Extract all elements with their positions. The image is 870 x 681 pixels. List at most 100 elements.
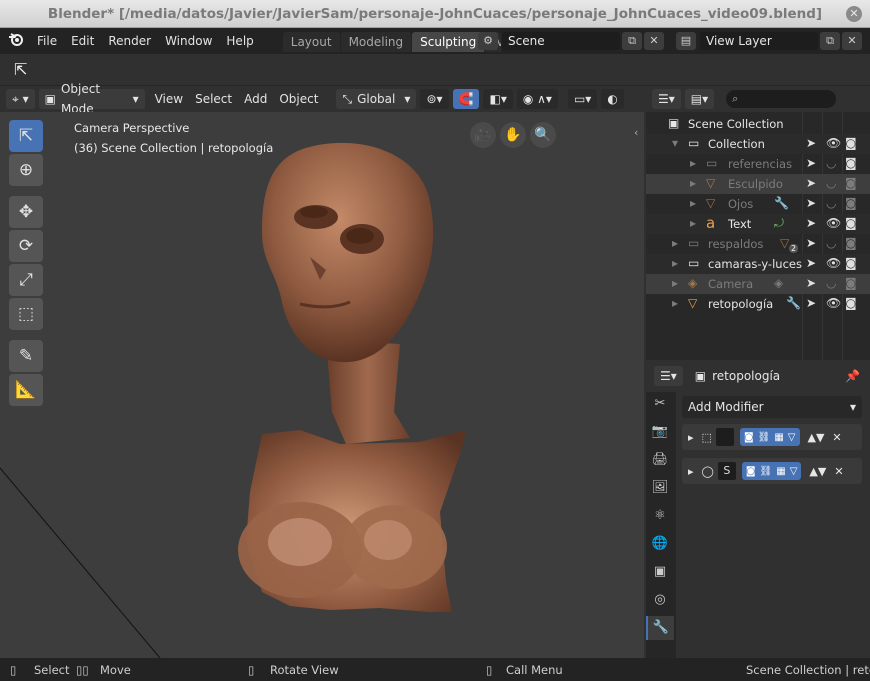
- chevron-down-icon[interactable]: ▾: [672, 136, 678, 150]
- modifier-visibility-toggles[interactable]: ◙ ⛓ ▦ ▽: [739, 428, 800, 446]
- camera-view-icon[interactable]: 🎥: [470, 122, 496, 148]
- selectable-toggle-icon[interactable]: ➤: [806, 136, 816, 150]
- camera-disabled-icon[interactable]: ◙: [845, 236, 857, 250]
- scene-name-field[interactable]: Scene: [502, 32, 620, 50]
- view-layer-remove-icon[interactable]: ✕: [842, 32, 862, 50]
- menu-file[interactable]: File: [30, 34, 64, 48]
- outliner-row-ojos[interactable]: ▸ ▽ Ojos 🔧 ➤ ◡ ◙: [646, 194, 870, 214]
- cursor-tool-icon[interactable]: ⊕: [9, 154, 43, 186]
- close-icon[interactable]: ✕: [832, 431, 841, 444]
- view-layer-tab-icon[interactable]: 🖼: [646, 476, 674, 500]
- chevron-right-icon[interactable]: ▸: [690, 176, 696, 190]
- window-close-button[interactable]: ✕: [846, 6, 862, 22]
- eye-icon[interactable]: 👁: [826, 136, 841, 150]
- camera-render-icon[interactable]: ◙: [845, 296, 857, 310]
- tab-sculpting[interactable]: Sculpting: [412, 32, 485, 52]
- properties-editor-type-icon[interactable]: ☰▾: [654, 366, 683, 386]
- eye-icon[interactable]: 👁: [826, 256, 841, 270]
- menu-render[interactable]: Render: [101, 34, 158, 48]
- camera-render-icon[interactable]: ◙: [845, 256, 857, 270]
- sidebar-toggle-icon[interactable]: ‹: [634, 126, 638, 139]
- chevron-right-icon[interactable]: ▸: [672, 296, 678, 310]
- render-tab-icon[interactable]: 📷: [646, 420, 674, 444]
- selectable-toggle-icon[interactable]: ➤: [806, 276, 816, 290]
- selectable-toggle-icon[interactable]: ➤: [806, 216, 816, 230]
- snap-toggle-icon[interactable]: 🧲: [452, 89, 480, 109]
- chevron-right-icon[interactable]: ▸: [672, 276, 678, 290]
- transform-orientation-dropdown[interactable]: ⤡ Global ▾: [336, 89, 417, 109]
- camera-render-icon[interactable]: ◙: [845, 136, 857, 150]
- selectable-toggle-icon[interactable]: ➤: [806, 236, 816, 250]
- modifier-tab-icon[interactable]: 🔧: [646, 616, 674, 640]
- eye-icon[interactable]: 👁: [826, 296, 841, 310]
- chevron-right-icon[interactable]: ▸: [672, 236, 678, 250]
- eye-closed-icon[interactable]: ◡: [826, 156, 836, 170]
- chevron-right-icon[interactable]: ▸: [672, 256, 678, 270]
- modifier-visibility-toggles[interactable]: ◙ ⛓ ▦ ▽: [741, 462, 802, 480]
- move-tool-icon[interactable]: ⇱: [14, 60, 27, 79]
- rotate-tool-icon[interactable]: ⟳: [9, 230, 43, 262]
- proportional-edit-icon[interactable]: ◉ ∧▾: [516, 89, 558, 109]
- camera-disabled-icon[interactable]: ◙: [845, 196, 857, 210]
- blender-logo-icon[interactable]: [8, 32, 30, 50]
- expand-chevron-icon[interactable]: ▸: [688, 431, 694, 444]
- view-layer-copy-icon[interactable]: ⧉: [820, 32, 840, 50]
- transform-tool-icon[interactable]: ⬚: [9, 298, 43, 330]
- modifier-name-field[interactable]: S: [717, 462, 736, 480]
- measure-tool-icon[interactable]: 📐: [9, 374, 43, 406]
- modifier-name-field[interactable]: [715, 428, 734, 446]
- viewport-shading-icon[interactable]: ▭▾: [567, 89, 598, 109]
- tool-tab-icon[interactable]: ✂: [646, 392, 674, 416]
- eye-closed-icon[interactable]: ◡: [826, 196, 836, 210]
- select-tool-icon[interactable]: ⇱: [9, 120, 43, 152]
- modifier-row-2[interactable]: ▸ ◯ S ◙ ⛓ ▦ ▽ ▲▼ ✕: [682, 458, 862, 484]
- menu-add[interactable]: Add: [238, 92, 273, 106]
- output-tab-icon[interactable]: 🖨: [646, 448, 674, 472]
- physics-tab-icon[interactable]: ◎: [646, 588, 674, 612]
- menu-window[interactable]: Window: [158, 34, 219, 48]
- outliner-row-collection[interactable]: ▾ ▭ Collection ➤ 👁 ◙: [646, 134, 870, 154]
- zoom-icon[interactable]: 🔍: [530, 122, 556, 148]
- menu-edit[interactable]: Edit: [64, 34, 101, 48]
- selectable-toggle-icon[interactable]: ➤: [806, 156, 816, 170]
- outliner-row-respaldos[interactable]: ▸ ▭ respaldos ▽ 2 ➤ ◡ ◙: [646, 234, 870, 254]
- selectable-toggle-icon[interactable]: ➤: [806, 256, 816, 270]
- selectable-toggle-icon[interactable]: ➤: [806, 176, 816, 190]
- eye-closed-icon[interactable]: ◡: [826, 236, 836, 250]
- eye-icon[interactable]: 👁: [826, 216, 841, 230]
- pan-hand-icon[interactable]: ✋: [500, 122, 526, 148]
- menu-object[interactable]: Object: [273, 92, 324, 106]
- add-modifier-dropdown[interactable]: Add Modifier ▾: [682, 396, 862, 418]
- outliner-row-retopologia[interactable]: ▸ ▽ retopología 🔧 ➤ 👁 ◙: [646, 294, 870, 314]
- view-layer-browse-icon[interactable]: ▤: [676, 32, 696, 50]
- world-tab-icon[interactable]: 🌐: [646, 532, 674, 556]
- chevron-right-icon[interactable]: ▸: [690, 156, 696, 170]
- display-mode-icon[interactable]: ▤▾: [684, 89, 715, 109]
- move-up-icon[interactable]: ▲▼: [809, 465, 826, 478]
- pin-icon[interactable]: 📌: [845, 369, 860, 383]
- tab-modeling[interactable]: Modeling: [340, 32, 412, 52]
- outliner-editor-type-icon[interactable]: ☰▾: [652, 89, 681, 109]
- outliner-row-text[interactable]: ▸ a Text ⤾ ➤ 👁 ◙: [646, 214, 870, 234]
- camera-render-icon[interactable]: ◙: [845, 156, 857, 170]
- menu-select[interactable]: Select: [189, 92, 238, 106]
- editor-type-icon[interactable]: ⌖ ▾: [6, 89, 35, 109]
- overlay-icon[interactable]: ◐: [601, 89, 624, 109]
- outliner-row-referencias[interactable]: ▸ ▭ referencias ➤ ◡ ◙: [646, 154, 870, 174]
- outliner-row-camera[interactable]: ▸ ◈ Camera ◈ ➤ ◡ ◙: [646, 274, 870, 294]
- scene-tab-icon[interactable]: ⚛: [646, 504, 674, 528]
- eye-closed-icon[interactable]: ◡: [826, 276, 836, 290]
- outliner-row-scene-collection[interactable]: ▣ Scene Collection: [646, 114, 870, 134]
- menu-help[interactable]: Help: [219, 34, 260, 48]
- chevron-right-icon[interactable]: ▸: [690, 216, 696, 230]
- expand-chevron-icon[interactable]: ▸: [688, 465, 694, 478]
- selectable-toggle-icon[interactable]: ➤: [806, 196, 816, 210]
- move-up-icon[interactable]: ▲▼: [808, 431, 825, 444]
- scene-remove-icon[interactable]: ✕: [644, 32, 664, 50]
- camera-disabled-icon[interactable]: ◙: [845, 176, 857, 190]
- tab-layout[interactable]: Layout: [282, 32, 340, 52]
- scene-browse-icon[interactable]: ⚙: [478, 32, 498, 50]
- 3d-viewport[interactable]: Camera Perspective (36) Scene Collection…: [0, 112, 644, 658]
- annotate-tool-icon[interactable]: ✎: [9, 340, 43, 372]
- outliner-row-camaras-y-luces[interactable]: ▸ ▭ camaras-y-luces ➤ 👁 ◙: [646, 254, 870, 274]
